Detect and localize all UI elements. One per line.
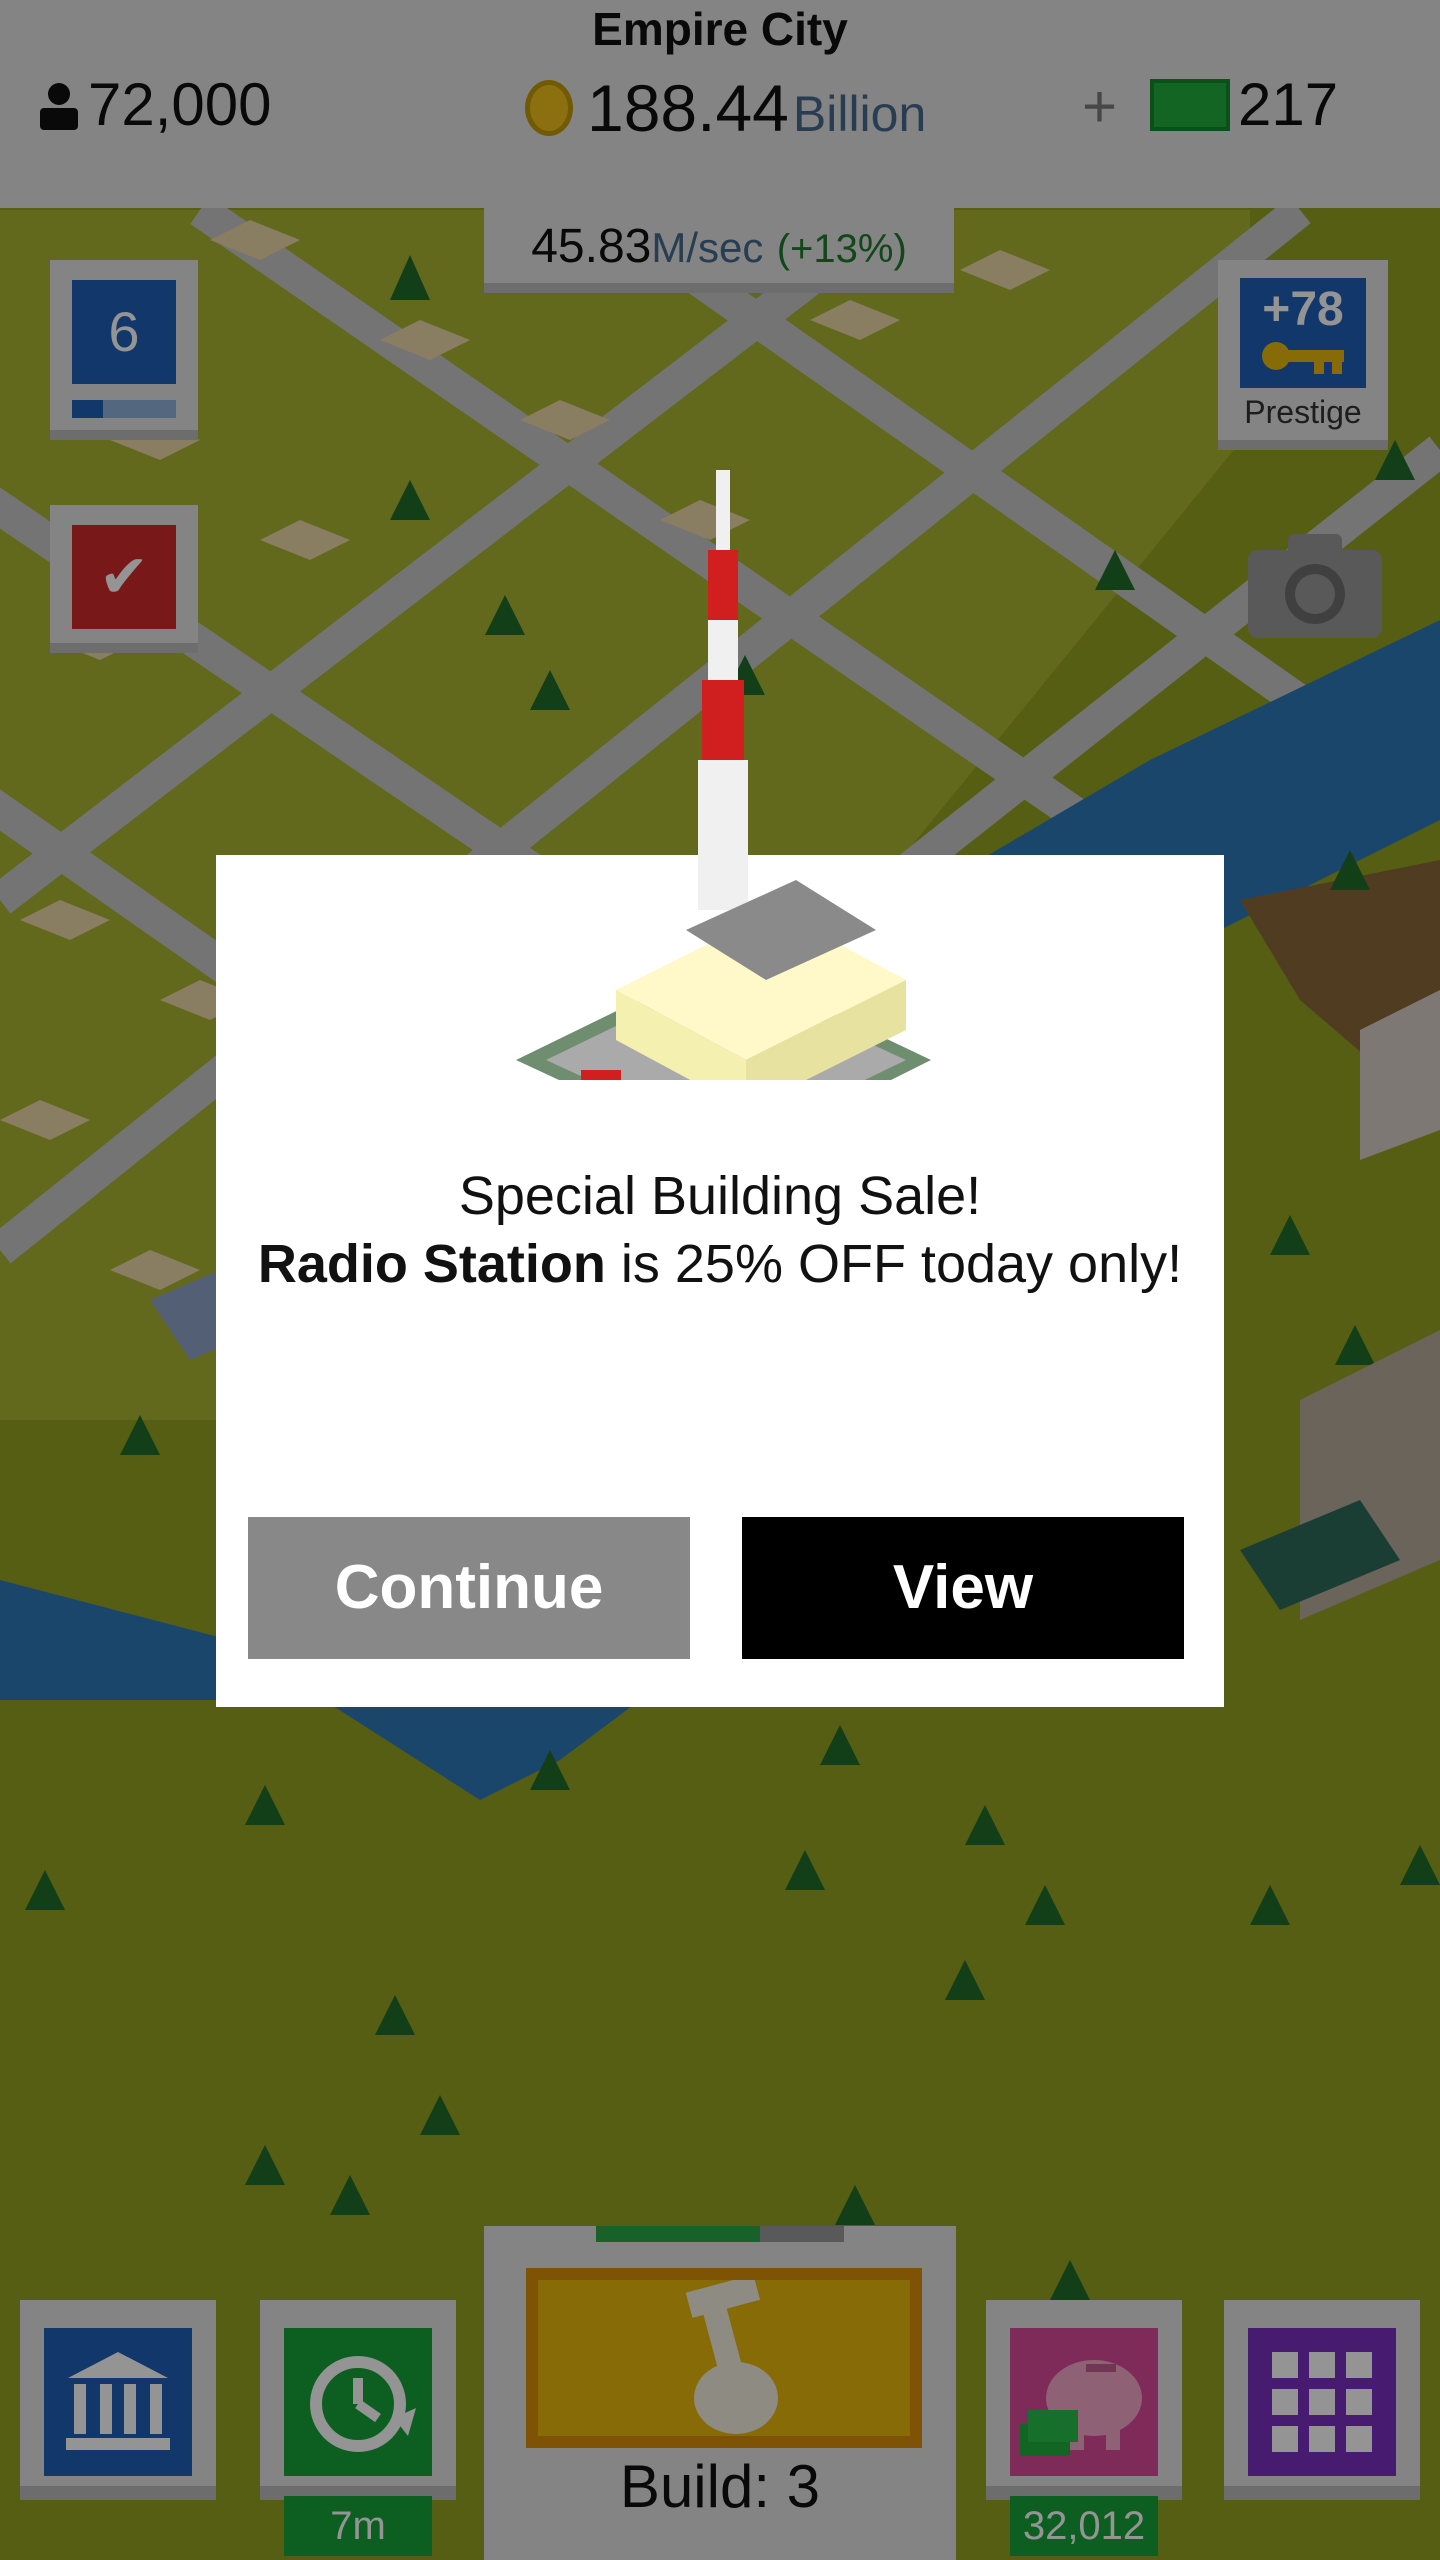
building-name: Radio Station — [257, 1234, 606, 1294]
continue-button[interactable]: Continue — [248, 1517, 690, 1659]
dialog-line2: Radio Station is 25% OFF today only! — [216, 1233, 1224, 1295]
dialog-line1: Special Building Sale! — [458, 1166, 982, 1226]
sale-dialog: Special Building Sale! Radio Station is … — [216, 470, 1224, 1707]
view-button[interactable]: View — [742, 1517, 1184, 1659]
dialog-line2-suffix: is 25% OFF today only! — [605, 1234, 1183, 1294]
radio-station-illustration — [506, 470, 946, 1080]
